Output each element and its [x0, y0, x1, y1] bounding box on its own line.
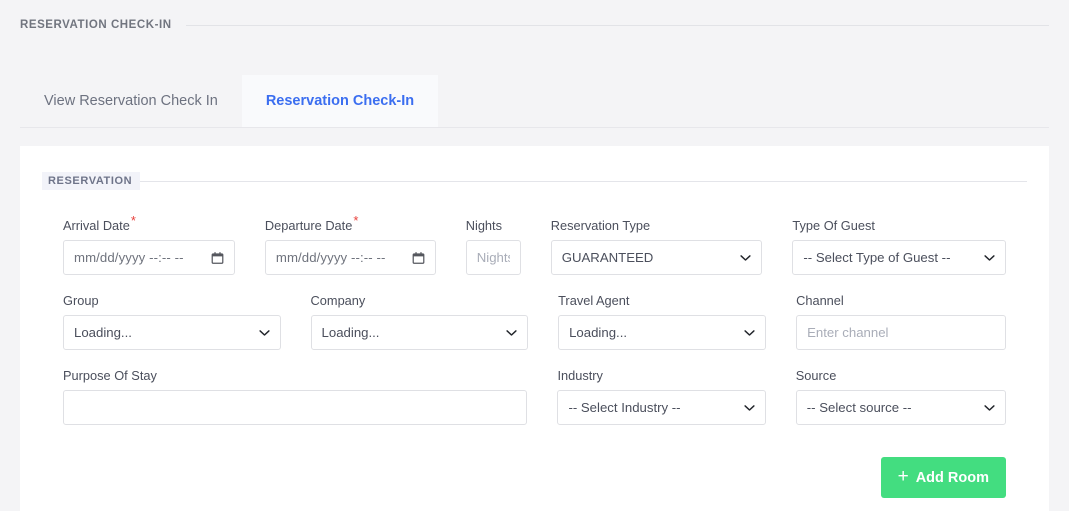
purpose-of-stay-input[interactable]: [63, 390, 528, 425]
label-nights: Nights: [465, 218, 503, 233]
label-arrival-date: Arrival Date*: [63, 212, 136, 233]
label-channel: Channel: [796, 293, 844, 308]
page-title: RESERVATION CHECK-IN: [20, 19, 172, 31]
industry-select-wrap: -- Select Industry --: [557, 390, 766, 425]
label-source: Source: [795, 368, 837, 383]
form-row-3: Purpose Of Stay Industry -- Select Indus…: [63, 368, 1006, 425]
card-actions: + Add Room: [42, 443, 1027, 498]
travel-agent-select[interactable]: Loading...: [558, 315, 767, 350]
field-company: Company Loading...: [310, 293, 559, 350]
plus-icon: +: [897, 466, 909, 487]
group-select-wrap: Loading...: [63, 315, 281, 350]
reservation-form: Arrival Date* mm/dd/yyyy --:-- -- Depart…: [42, 212, 1027, 425]
field-travel-agent: Travel Agent Loading...: [558, 293, 796, 350]
reservation-card: RESERVATION Arrival Date* mm/dd/yyyy --:…: [20, 146, 1049, 511]
form-row-1: Arrival Date* mm/dd/yyyy --:-- -- Depart…: [63, 212, 1006, 275]
company-select[interactable]: Loading...: [310, 315, 529, 350]
company-select-wrap: Loading...: [310, 315, 529, 350]
field-group: Group Loading...: [63, 293, 311, 350]
reservation-fieldset-legend: RESERVATION: [42, 172, 1027, 190]
arrival-date-placeholder: mm/dd/yyyy --:-- --: [74, 250, 184, 265]
field-reservation-type: Reservation Type GUARANTEED: [550, 218, 793, 275]
arrival-date-input[interactable]: mm/dd/yyyy --:-- --: [63, 240, 235, 275]
label-group: Group: [63, 293, 99, 308]
fieldset-legend-divider: [140, 180, 1027, 182]
field-industry: Industry -- Select Industry --: [557, 368, 795, 425]
reservation-type-select[interactable]: GUARANTEED: [550, 240, 763, 275]
type-of-guest-select-wrap: -- Select Type of Guest --: [792, 240, 1006, 275]
field-purpose-of-stay: Purpose Of Stay: [63, 368, 557, 425]
tabs-container: View Reservation Check In Reservation Ch…: [0, 50, 1069, 128]
source-select[interactable]: -- Select source --: [795, 390, 1006, 425]
field-type-of-guest: Type Of Guest -- Select Type of Guest --: [792, 218, 1006, 275]
page-header: RESERVATION CHECK-IN: [0, 0, 1069, 50]
label-departure-date: Departure Date*: [264, 212, 359, 233]
field-departure-date: Departure Date* mm/dd/yyyy --:-- --: [264, 212, 466, 275]
label-travel-agent: Travel Agent: [558, 293, 630, 308]
label-reservation-type: Reservation Type: [550, 218, 651, 233]
channel-input[interactable]: [796, 315, 1006, 350]
field-channel: Channel: [796, 293, 1006, 350]
add-room-button[interactable]: + Add Room: [880, 457, 1006, 498]
group-select[interactable]: Loading...: [63, 315, 281, 350]
field-nights: Nights: [465, 218, 551, 275]
tab-view-reservation-check-in[interactable]: View Reservation Check In: [20, 75, 242, 127]
label-company: Company: [310, 293, 366, 308]
calendar-icon[interactable]: [412, 251, 425, 264]
departure-date-placeholder: mm/dd/yyyy --:-- --: [275, 250, 386, 265]
required-asterisk: *: [130, 212, 136, 228]
field-arrival-date: Arrival Date* mm/dd/yyyy --:-- --: [63, 212, 265, 275]
page-header-divider: [185, 24, 1049, 26]
label-industry: Industry: [557, 368, 603, 383]
travel-agent-select-wrap: Loading...: [558, 315, 767, 350]
add-room-label: Add Room: [915, 469, 989, 486]
required-asterisk: *: [353, 212, 359, 228]
type-of-guest-select[interactable]: -- Select Type of Guest --: [792, 240, 1006, 275]
calendar-icon[interactable]: [211, 251, 224, 264]
label-purpose-of-stay: Purpose Of Stay: [63, 368, 157, 383]
reservation-type-select-wrap: GUARANTEED: [550, 240, 763, 275]
form-row-2: Group Loading... Company Loading... Trav…: [63, 293, 1006, 350]
nights-input[interactable]: [465, 240, 521, 275]
industry-select[interactable]: -- Select Industry --: [557, 390, 766, 425]
field-source: Source -- Select source --: [795, 368, 1006, 425]
tab-list: View Reservation Check In Reservation Ch…: [20, 50, 1049, 128]
label-type-of-guest: Type Of Guest: [792, 218, 875, 233]
source-select-wrap: -- Select source --: [795, 390, 1006, 425]
departure-date-input[interactable]: mm/dd/yyyy --:-- --: [264, 240, 436, 275]
tab-reservation-check-in[interactable]: Reservation Check-In: [241, 75, 439, 127]
fieldset-legend-label: RESERVATION: [42, 172, 141, 190]
